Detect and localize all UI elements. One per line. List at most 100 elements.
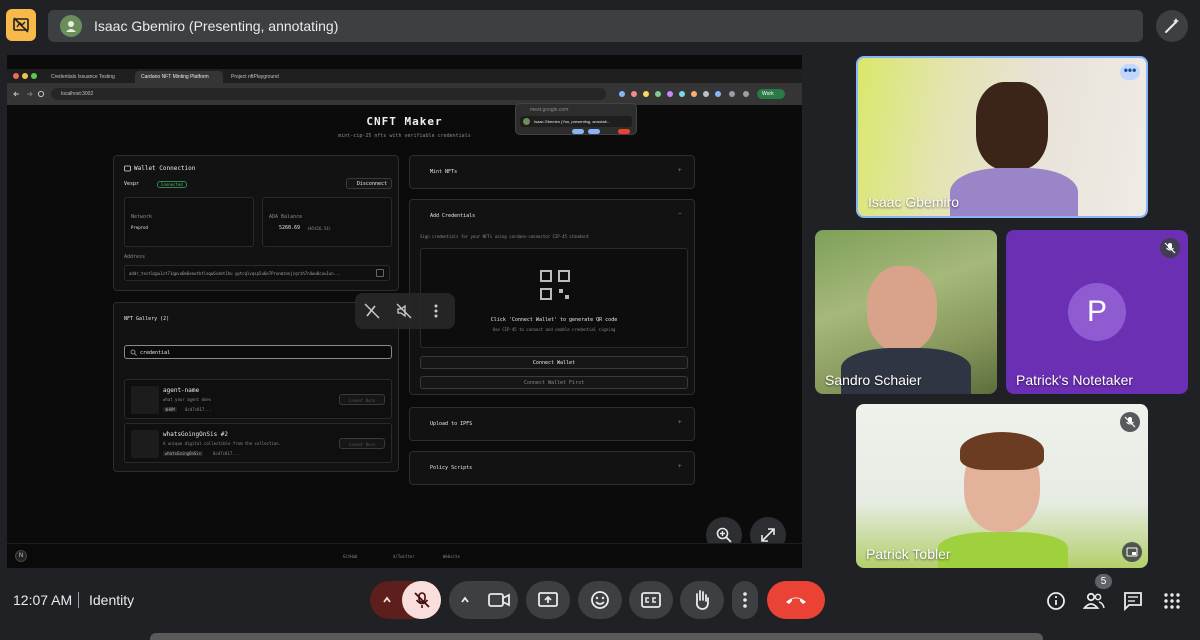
qr-title: Click 'Connect Wallet' to generate QR co… — [490, 317, 618, 323]
clock: 12:07 AM — [13, 592, 73, 608]
annotation-off-icon — [13, 17, 29, 33]
browser-tab-active[interactable]: Cardano NFT Minting Platform — [135, 71, 223, 83]
activities-button[interactable] — [1160, 589, 1184, 613]
footer-github-link[interactable]: GitHub — [343, 554, 357, 559]
address-value: addr_test1qpu1st71qpvu6m6eeutktlequ6sdet… — [124, 265, 390, 281]
gallery-heading: NFT Gallery (2) — [124, 316, 170, 322]
present-screen-button[interactable] — [526, 581, 570, 619]
address-bar[interactable]: localhost:3002 — [51, 88, 606, 100]
mic-off-icon — [413, 592, 430, 608]
extension-icon[interactable] — [655, 91, 661, 97]
audio-options-button[interactable] — [370, 581, 404, 619]
more-options-icon[interactable]: ••• — [1120, 64, 1140, 80]
collapse-icon[interactable]: − — [678, 210, 682, 217]
shared-screen: Credentials Issuance Testing Cardano NFT… — [7, 55, 802, 568]
connect-wallet-first-button[interactable]: Connect Wallet First — [420, 376, 688, 389]
emoji-icon — [591, 591, 609, 609]
address-label: Address — [124, 254, 146, 260]
picture-in-picture-icon — [1126, 547, 1138, 557]
extension-icon[interactable] — [743, 91, 749, 97]
video-options-button[interactable] — [449, 581, 481, 619]
mute-audio-icon[interactable] — [395, 302, 413, 320]
raise-hand-button[interactable] — [680, 581, 724, 619]
nft-id: 0cd7c817... — [213, 451, 240, 456]
reactions-button[interactable] — [578, 581, 622, 619]
nft-thumbnail — [131, 430, 159, 458]
burn-button[interactable]: Cannot Burn — [339, 394, 385, 405]
participant-tile-notetaker[interactable]: P Patrick's Notetaker — [1006, 230, 1188, 394]
people-button[interactable] — [1082, 589, 1106, 613]
participant-tile-isaac[interactable]: ••• Isaac Gbemiro — [856, 56, 1148, 218]
mic-off-icon — [1164, 242, 1176, 254]
profile-work-badge[interactable]: Work — [757, 89, 785, 99]
reload-icon[interactable] — [37, 90, 45, 98]
meeting-details-button[interactable] — [1044, 589, 1068, 613]
extension-icon[interactable] — [691, 91, 697, 97]
annotation-off-icon[interactable] — [363, 302, 381, 320]
connect-wallet-button[interactable]: Connect Wallet — [420, 356, 688, 369]
mic-toggle-button[interactable] — [402, 581, 441, 619]
upload-ipfs-card[interactable]: Upload to IPFS + — [409, 407, 695, 441]
divider — [78, 592, 79, 608]
disconnect-button[interactable]: Disconnect — [346, 178, 392, 189]
window-close-dot — [13, 73, 19, 79]
gallery-search-input[interactable]: credential — [124, 345, 392, 359]
more-options-button[interactable] — [732, 581, 758, 619]
wallet-name: Vespr — [124, 181, 140, 187]
presenter-label: Isaac Gbemiro (Presenting, annotating) — [94, 18, 339, 34]
hand-icon — [695, 590, 709, 610]
pip-badge[interactable] — [1122, 542, 1142, 562]
credentials-heading: Add Credentials — [430, 213, 476, 219]
extension-icon[interactable] — [679, 91, 685, 97]
pip-control[interactable] — [572, 129, 584, 134]
chat-button[interactable] — [1121, 589, 1145, 613]
forward-icon[interactable] — [25, 90, 33, 98]
extension-icon[interactable] — [643, 91, 649, 97]
footer-twitter-link[interactable]: X/Twitter — [393, 554, 415, 559]
nft-name: whatsGoingOnSis #2 — [163, 431, 229, 438]
qr-code-icon — [540, 270, 570, 300]
person-icon — [66, 21, 76, 32]
camera-toggle-button[interactable] — [479, 581, 518, 619]
camera-control-group — [449, 581, 518, 619]
pip-control[interactable] — [588, 129, 600, 134]
nft-list-item[interactable]: whatsGoingOnSis #2 A unique digital coll… — [124, 423, 392, 463]
extension-icon[interactable] — [631, 91, 637, 97]
stop-annotation-button[interactable] — [6, 9, 36, 41]
extension-icon[interactable] — [729, 91, 735, 97]
people-count-badge: 5 — [1095, 574, 1112, 589]
browser-tab[interactable]: Project nftPlayground — [225, 71, 309, 83]
extension-icon[interactable] — [715, 91, 721, 97]
back-icon[interactable] — [13, 90, 21, 98]
presenter-avatar — [60, 15, 82, 37]
more-vert-icon[interactable] — [431, 302, 441, 320]
extension-icon[interactable] — [703, 91, 709, 97]
mint-heading: Mint NFTs — [430, 169, 458, 175]
search-value: credential — [140, 350, 171, 356]
pip-end-control[interactable] — [618, 129, 630, 134]
burn-button[interactable]: Cannot Burn — [339, 438, 385, 449]
policy-scripts-card[interactable]: Policy Scripts + — [409, 451, 695, 485]
avatar — [523, 118, 530, 125]
meet-pip-row: Isaac Gbemiro (You, presenting, annotati… — [520, 116, 632, 127]
leave-call-button[interactable] — [767, 581, 825, 619]
nft-list-item[interactable]: agent-name what your agent does $HUM 0cd… — [124, 379, 392, 419]
wallet-icon — [124, 165, 131, 172]
chat-icon — [1124, 592, 1142, 611]
extension-icon[interactable] — [667, 91, 673, 97]
participant-video-shirt — [950, 168, 1078, 216]
captions-button[interactable] — [629, 581, 673, 619]
copy-icon[interactable] — [376, 269, 384, 277]
mint-nfts-card[interactable]: Mint NFTs + — [409, 155, 695, 189]
extension-icon[interactable] — [619, 91, 625, 97]
nft-desc: A unique digital collectible from the co… — [163, 441, 282, 446]
closed-caption-icon — [641, 592, 661, 608]
browser-tab[interactable]: Credentials Issuance Testing — [45, 71, 131, 83]
annotate-button[interactable] — [1156, 10, 1188, 42]
participant-tile-sandro[interactable]: Sandro Schaier — [815, 230, 997, 394]
participant-tile-patrick[interactable]: Patrick Tobler — [856, 404, 1148, 568]
footer-website-link[interactable]: Website — [443, 554, 460, 559]
presenter-bar: Isaac Gbemiro (Presenting, annotating) — [48, 10, 1143, 42]
expand-icon: + — [678, 167, 682, 174]
participant-name: Patrick Tobler — [866, 546, 951, 562]
